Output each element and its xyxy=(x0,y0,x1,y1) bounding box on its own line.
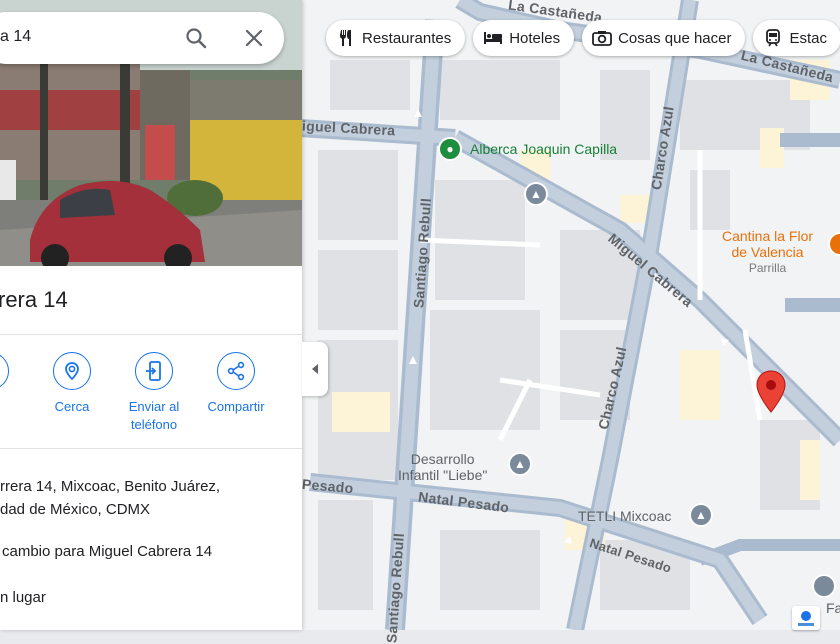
share-label: Compartir xyxy=(207,399,265,414)
poi-cantina-type: Parrilla xyxy=(748,261,787,275)
collapse-panel-button[interactable] xyxy=(302,342,328,396)
divider xyxy=(0,334,302,335)
nearby-icon xyxy=(53,352,91,390)
search-input[interactable]: a 14 xyxy=(0,28,31,46)
transit-icon[interactable] xyxy=(812,574,836,598)
send-to-phone-icon xyxy=(135,352,173,390)
poi-edge-label: Fa xyxy=(826,600,840,616)
nearby-button[interactable]: Cerca xyxy=(30,352,114,416)
chip-label: Estac xyxy=(789,29,827,47)
search-box[interactable]: a 14 xyxy=(0,12,284,64)
chip-estacionamiento[interactable]: Estac xyxy=(753,20,840,56)
address-line-2[interactable]: dad de México, CDMX xyxy=(0,501,150,518)
suggest-edit-link[interactable]: cambio para Miguel Cabrera 14 xyxy=(2,543,212,560)
address-line-1[interactable]: rrera 14, Mixcoac, Benito Juárez, xyxy=(0,478,220,495)
chip-restaurantes[interactable]: Restaurantes xyxy=(326,20,466,56)
save-label: dar xyxy=(0,398,32,416)
school-icon[interactable]: ▲ xyxy=(508,452,532,476)
poi-cantina[interactable]: Cantina la Flor de Valencia Parrilla xyxy=(722,228,813,276)
send-to-phone-label-line2: teléfono xyxy=(130,417,178,432)
send-to-phone-button[interactable]: Enviar al teléfono xyxy=(112,352,196,434)
chip-label: Hoteles xyxy=(509,29,561,47)
poi-cantina-name-1: Cantina la Flor xyxy=(722,228,814,244)
search-icon[interactable] xyxy=(184,26,208,50)
layers-icon xyxy=(798,611,814,626)
chip-hoteles[interactable]: Hoteles xyxy=(473,20,575,56)
poi-desarrollo-infantil[interactable]: Desarrollo Infantil "Liebe" xyxy=(398,451,487,483)
chip-cosas-que-hacer[interactable]: Cosas que hacer xyxy=(582,20,746,56)
school-icon[interactable]: ▲ xyxy=(689,503,713,527)
divider xyxy=(0,448,302,449)
poi-tetli-mixcoac[interactable]: TETLI Mixcoac xyxy=(578,508,671,524)
map-layer-thumbnail[interactable] xyxy=(792,606,820,630)
poi-desarrollo-name-2: Infantil "Liebe" xyxy=(398,467,488,483)
camera-icon xyxy=(592,28,612,48)
poi-cantina-name-2: de Valencia xyxy=(731,244,804,260)
close-icon[interactable] xyxy=(242,26,266,50)
bookmark-icon xyxy=(0,352,9,390)
location-pin-icon[interactable] xyxy=(756,370,786,414)
send-to-phone-label: Enviar al teléfono xyxy=(112,398,196,434)
poi-alberca[interactable]: Alberca Joaquin Capilla xyxy=(470,141,617,157)
place-title: rera 14 xyxy=(0,287,68,312)
share-button[interactable]: Compartir xyxy=(194,352,278,416)
place-panel: a 14 rera 14 dar Cerca Enviar al teléfon… xyxy=(0,0,302,630)
school-icon[interactable]: ▲ xyxy=(524,182,548,206)
chip-label: Restaurantes xyxy=(362,29,452,47)
poi-desarrollo-name-1: Desarrollo xyxy=(410,451,475,467)
add-place-link[interactable]: n lugar xyxy=(0,589,46,606)
chip-label: Cosas que hacer xyxy=(618,29,732,47)
share-icon xyxy=(217,352,255,390)
chevron-left-icon xyxy=(312,364,318,374)
green-place-pin-icon[interactable]: ● xyxy=(438,137,462,161)
send-to-phone-label-line1: Enviar al xyxy=(128,399,180,414)
category-chips: Restaurantes Hoteles Cosas que hacer Est… xyxy=(326,20,840,56)
fork-knife-icon xyxy=(336,28,356,48)
save-button[interactable]: dar xyxy=(0,352,32,416)
bed-icon xyxy=(483,28,503,48)
nearby-label: Cerca xyxy=(54,399,90,414)
train-icon xyxy=(763,28,783,48)
